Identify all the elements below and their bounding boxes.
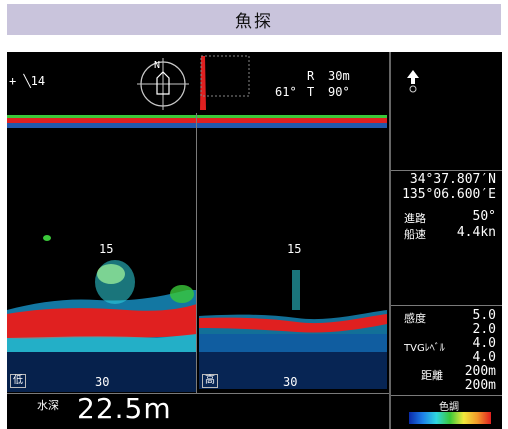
left-fish-echo (170, 285, 194, 303)
depth-value: 22.5m (77, 392, 172, 425)
bearing-value: 61° (275, 85, 297, 99)
right-fish-echo (292, 270, 300, 310)
course-value: 50° (472, 209, 496, 224)
speed-value: 4.4kn (456, 225, 496, 240)
tvg-value-1: 4.0 (472, 336, 496, 351)
fishfinder-screen: + ╲14 N R 30m T 90° 61° 15 30 15 30 低 高 … (7, 52, 502, 429)
window-title: 魚探 (7, 4, 501, 35)
distance-label: 距離 (421, 369, 443, 382)
depth-label: 水深 (37, 399, 59, 412)
range-t-label: T (307, 85, 315, 99)
surface-noise (7, 123, 387, 128)
heading-readout: + ╲14 (9, 74, 46, 88)
range-r-value: 30m (328, 69, 350, 83)
speed-label: 船速 (404, 228, 426, 241)
tvg-value-2: 4.0 (472, 350, 496, 365)
color-scale-bar (409, 412, 491, 424)
range-t-value: 90° (328, 85, 350, 99)
surface-line-red (7, 118, 387, 123)
right-depth-30: 30 (283, 375, 298, 389)
compass-north: N (154, 60, 161, 71)
latitude: 34°37.807′N (409, 172, 496, 187)
gain-label: 感度 (404, 312, 426, 325)
fish-school-halo (95, 260, 135, 304)
color-scale-label: 色調 (439, 402, 459, 413)
longitude: 135°06.600′E (402, 187, 496, 202)
distance-value-2: 200m (464, 378, 496, 393)
low-freq-badge: 低 (10, 374, 26, 388)
course-label: 進路 (404, 212, 426, 225)
range-r-label: R (307, 69, 315, 83)
tvg-label: TVGﾚﾍﾞﾙ (404, 343, 445, 354)
small-fish-echo (43, 235, 51, 241)
surface-line-green (7, 115, 387, 118)
left-depth-30: 30 (95, 375, 110, 389)
high-freq-badge: 高 (202, 374, 218, 388)
right-depth-15: 15 (287, 242, 302, 256)
gain-value-2: 2.0 (472, 322, 496, 337)
distance-value-1: 200m (464, 364, 496, 379)
gain-value-1: 5.0 (472, 308, 496, 323)
up-arrow-icon (407, 70, 419, 94)
left-depth-15: 15 (99, 242, 114, 256)
